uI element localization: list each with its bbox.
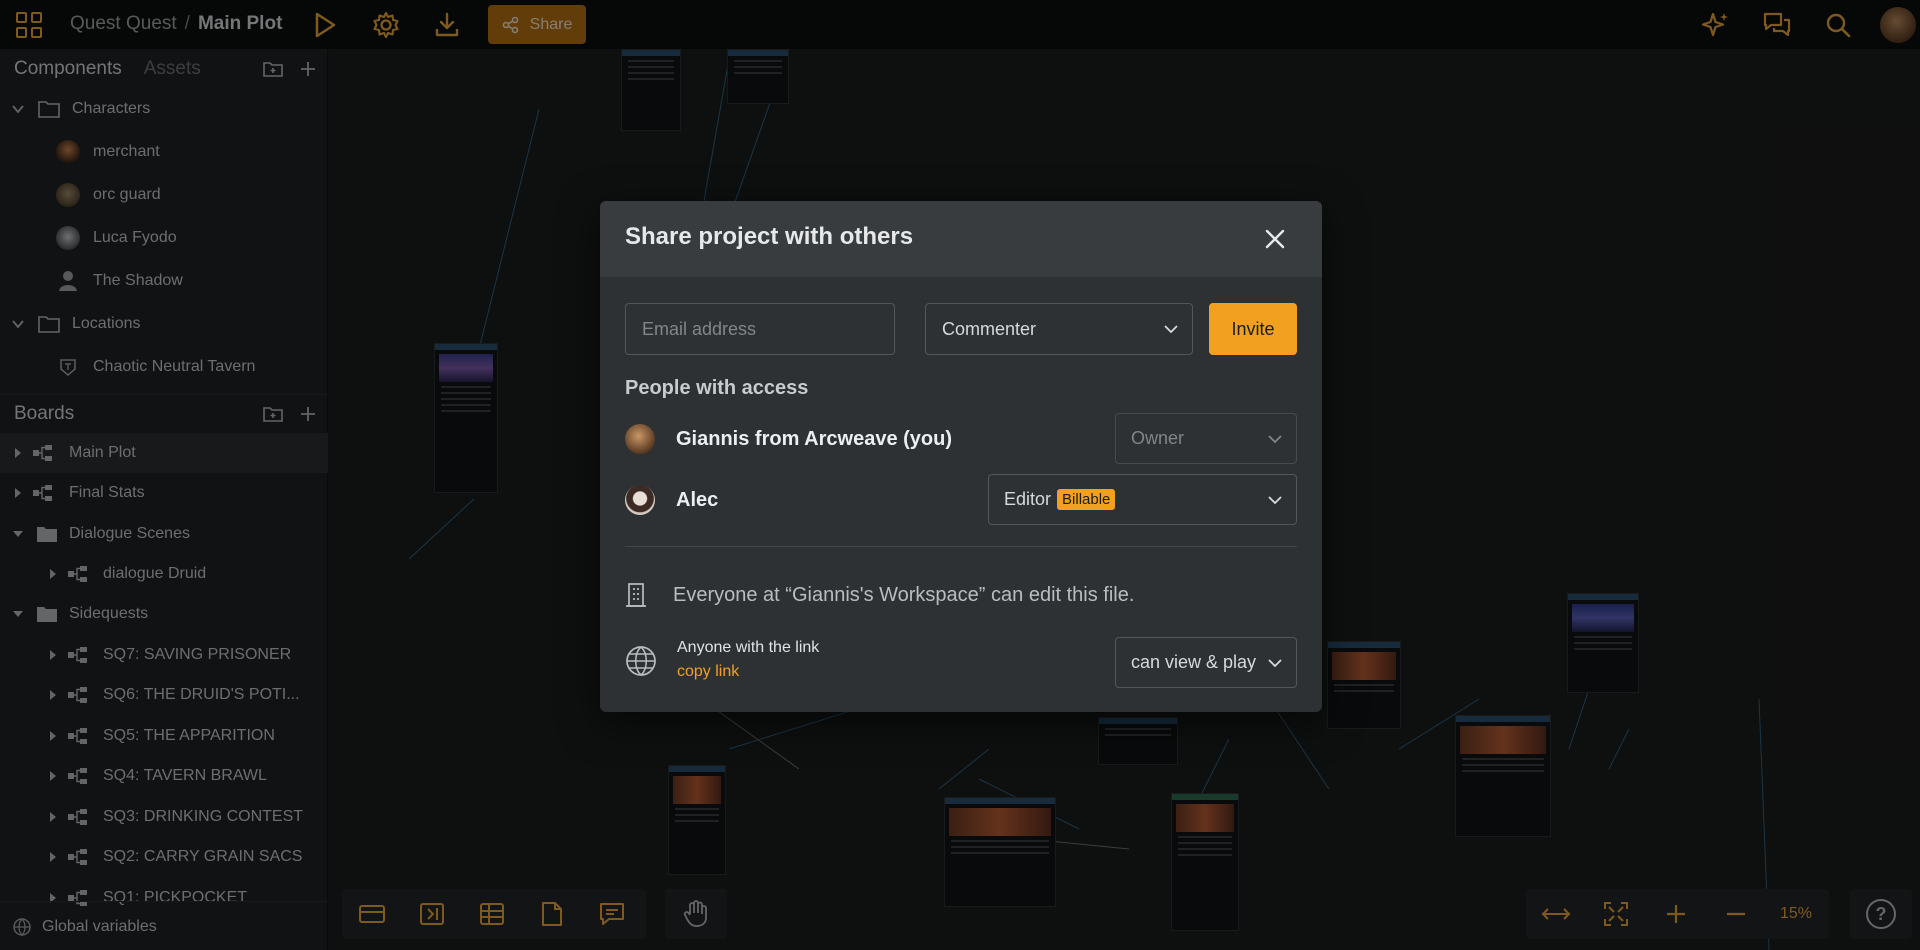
workspace-access-text: Everyone at “Giannis's Workspace” can ed…: [673, 583, 1135, 606]
person-row-alec: Alec: [625, 484, 718, 516]
owner-role-select: Owner: [1115, 413, 1297, 464]
copy-link[interactable]: copy link: [677, 663, 739, 681]
owner-role-value: Owner: [1131, 428, 1185, 448]
chevron-down-icon: [1164, 325, 1178, 334]
globe-icon: [626, 646, 656, 676]
workspace-access: Everyone at “Giannis's Workspace” can ed…: [625, 579, 1134, 611]
invite-role-value: Commenter: [942, 318, 1037, 339]
billable-badge: Billable: [1057, 489, 1116, 510]
chevron-down-icon: [1268, 658, 1282, 667]
chevron-down-icon: [1268, 495, 1282, 504]
link-access-title: Anyone with the link: [677, 639, 820, 656]
link-permission-select[interactable]: can view & play: [1115, 637, 1297, 688]
alec-role-value: Editor: [1004, 489, 1052, 509]
share-dialog: Share project with others Commenter Invi…: [600, 201, 1322, 712]
owner-avatar: [625, 424, 655, 454]
close-icon[interactable]: [1263, 227, 1287, 251]
person-name: Alec: [676, 488, 719, 511]
invite-role-select[interactable]: Commenter: [925, 303, 1193, 355]
email-input[interactable]: [625, 303, 895, 355]
person-row-owner: Giannis from Arcweave (you): [625, 423, 952, 455]
person-name: Giannis from Arcweave (you): [676, 427, 952, 450]
link-permission-value: can view & play: [1131, 652, 1257, 672]
invite-button[interactable]: Invite: [1209, 303, 1297, 355]
chevron-down-icon: [1268, 434, 1282, 443]
divider: [625, 546, 1297, 547]
building-icon: [626, 583, 646, 607]
alec-role-select[interactable]: Editor Billable: [988, 474, 1297, 525]
alec-avatar: [625, 485, 655, 515]
dialog-header: Share project with others: [600, 201, 1322, 277]
people-heading: People with access: [625, 377, 809, 399]
dialog-title: Share project with others: [625, 223, 914, 250]
